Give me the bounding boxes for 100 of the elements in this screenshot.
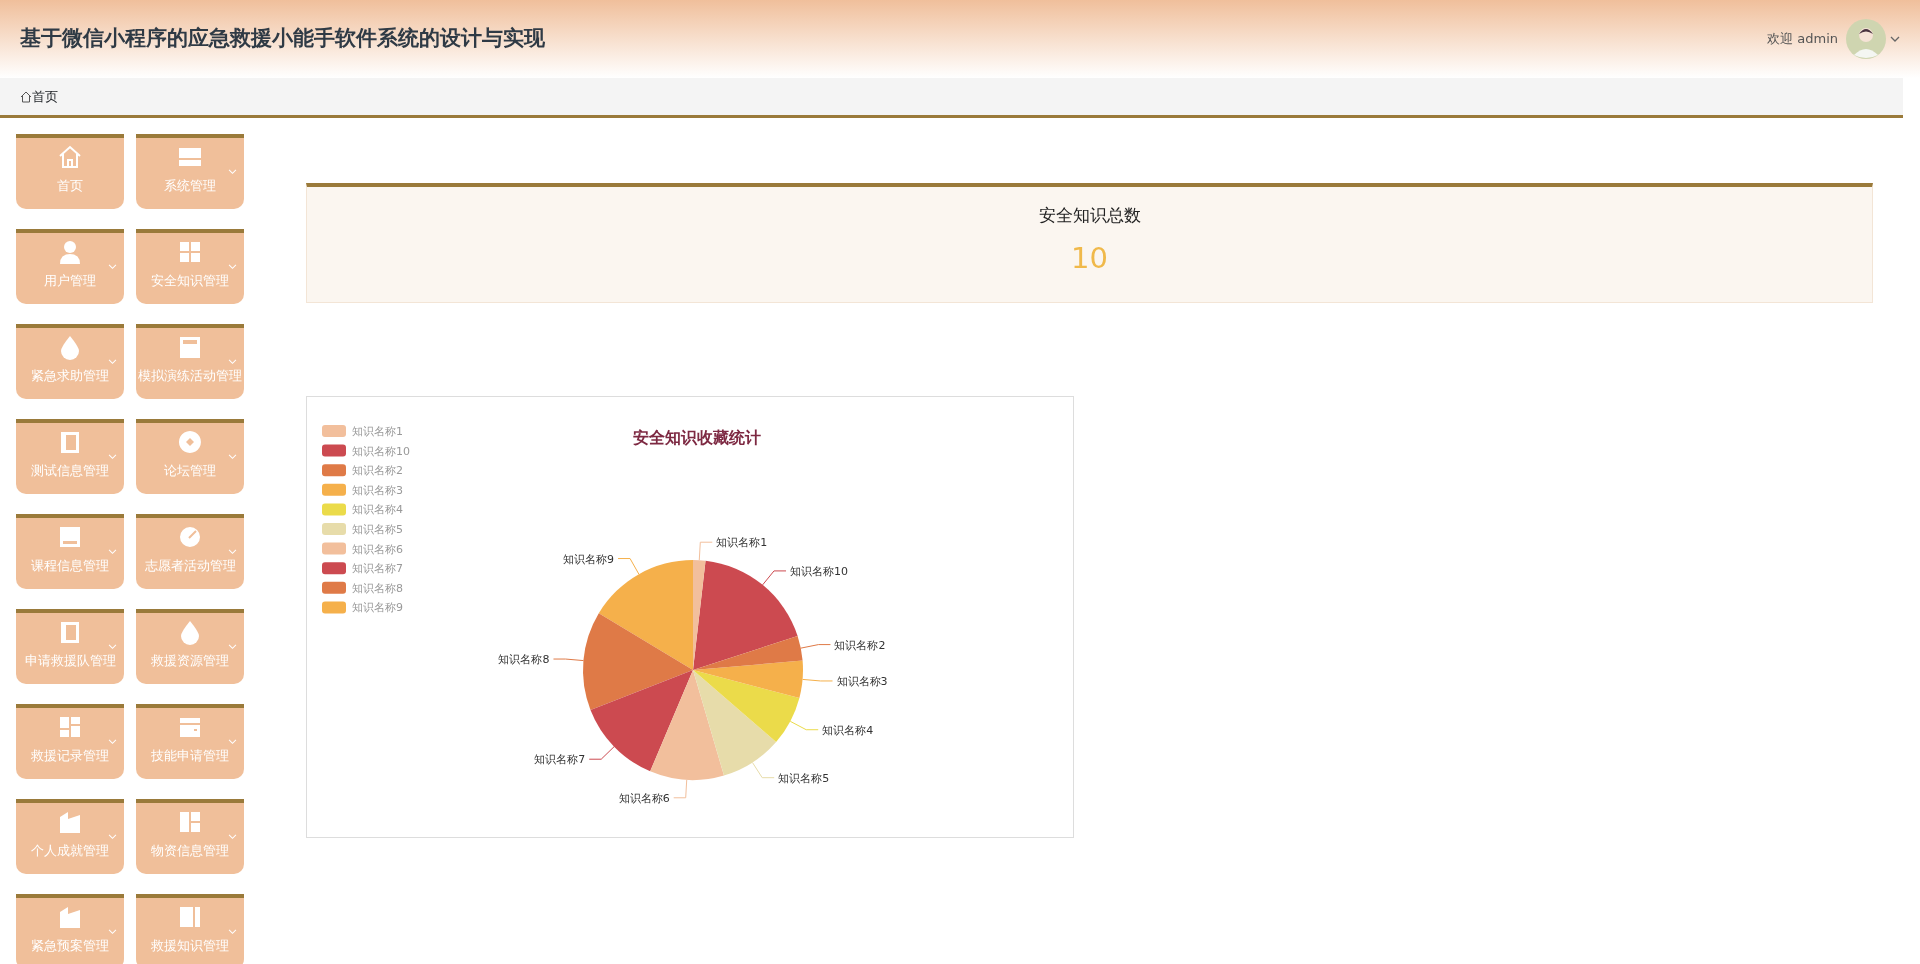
leader-line [802,678,834,682]
sidebar-item[interactable]: 物资信息管理 [136,799,244,874]
factory-icon [57,809,83,835]
legend-label[interactable]: 知识名称10 [352,444,410,458]
drive-icon [57,524,83,550]
user-icon [57,239,83,265]
chart-title: 安全知识收藏统计 [633,428,761,447]
home-icon [20,90,32,103]
leader-line [789,720,819,731]
caret-icon [108,454,117,460]
legend-swatch[interactable] [322,601,346,614]
caret-icon [108,644,117,650]
legend-label[interactable]: 知识名称9 [352,601,403,615]
shop-icon [177,334,203,360]
sidebar-item[interactable]: 模拟演练活动管理 [136,324,244,399]
legend-swatch[interactable] [322,542,346,555]
legend-label[interactable]: 知识名称6 [352,542,403,556]
sidebar-item[interactable]: 救援知识管理 [136,894,244,964]
factory-icon [57,904,83,930]
sidebar-item[interactable]: 技能申请管理 [136,704,244,779]
leader-line [800,644,831,649]
sidebar-item[interactable]: 救援资源管理 [136,609,244,684]
panel-icon [177,809,203,835]
caret-icon [228,644,237,650]
caret-icon [108,359,117,365]
caret-icon [228,169,237,175]
welcome-text: 欢迎 admin [1767,30,1838,49]
caret-icon [228,359,237,365]
legend-swatch[interactable] [322,562,346,575]
sidebar-item[interactable]: 紧急预案管理 [16,894,124,964]
legend-swatch[interactable] [322,581,346,594]
legend-label[interactable]: 知识名称7 [352,562,403,576]
pie-slice[interactable] [693,660,803,698]
sidebar-item[interactable]: 测试信息管理 [16,419,124,494]
home-icon [57,144,83,170]
sidebar-item[interactable]: 申请救援队管理 [16,609,124,684]
caret-icon [108,549,117,555]
caret-icon [228,739,237,745]
slice-label: 知识名称3 [836,674,888,688]
caret-icon [228,264,237,270]
caret-icon [228,834,237,840]
slice-label: 知识名称6 [618,791,670,805]
pie-slice[interactable] [650,670,724,780]
caret-icon[interactable] [1890,35,1900,43]
legend-swatch[interactable] [322,503,346,516]
legend-swatch[interactable] [322,483,346,496]
leader-line [698,541,713,561]
sidebar-item[interactable]: 用户管理 [16,229,124,304]
sidebar-item[interactable]: 志愿者活动管理 [136,514,244,589]
sidebar-item[interactable]: 安全知识管理 [136,229,244,304]
slice-label: 知识名称9 [563,552,615,566]
stat-value: 10 [1071,239,1108,277]
caret-icon [108,739,117,745]
legend-label[interactable]: 知识名称4 [352,503,403,517]
sidebar-item[interactable]: 论坛管理 [136,419,244,494]
legend-label[interactable]: 知识名称3 [352,483,403,497]
slice-label: 知识名称7 [534,753,586,767]
sidebar-item[interactable]: 课程信息管理 [16,514,124,589]
sidebar-item[interactable]: 首页 [16,134,124,209]
pie-slice[interactable] [693,636,803,670]
leader-line [617,558,640,575]
pie-slice[interactable] [590,670,693,772]
caret-icon [108,929,117,935]
caret-icon [228,454,237,460]
slice-label: 知识名称4 [822,723,874,737]
legend-label[interactable]: 知识名称5 [352,523,403,536]
caret-icon [108,264,117,270]
slice-label: 知识名称5 [778,771,830,785]
legend-swatch[interactable] [322,523,346,535]
leader-line [673,779,688,799]
stat-label: 安全知识总数 [1038,204,1141,227]
page-title: 基于微信小程序的应急救援小能手软件系统的设计与实现 [20,25,545,53]
leader-line [588,746,615,760]
leader-line [751,762,775,779]
sidebar-item[interactable]: 个人成就管理 [16,799,124,874]
slice-label: 知识名称8 [498,653,550,667]
caret-icon [228,549,237,555]
pie-slice[interactable] [693,670,777,776]
legend-label[interactable]: 知识名称1 [352,425,403,438]
legend-swatch[interactable] [322,425,346,437]
pie-slice[interactable] [693,670,800,743]
leader-line [552,658,584,662]
panel-icon [177,904,203,930]
caret-icon [228,929,237,935]
gauge-icon [177,524,203,550]
legend-swatch[interactable] [322,464,346,477]
leader-line [762,570,787,586]
legend-label[interactable]: 知识名称2 [352,464,403,478]
slice-label: 知识名称1 [716,536,768,550]
legend-swatch[interactable] [322,444,346,457]
sidebar-item[interactable]: 救援记录管理 [16,704,124,779]
breadcrumb-link[interactable]: 首页 [32,86,58,107]
grid-icon [177,239,203,265]
legend-label[interactable]: 知识名称8 [352,581,403,595]
sidebar-item[interactable]: 紧急求助管理 [16,324,124,399]
pie-slice[interactable] [583,613,693,710]
sidebar-item[interactable]: 系统管理 [136,134,244,209]
slice-label: 知识名称10 [790,564,849,578]
caret-icon [108,834,117,840]
slice-label: 知识名称2 [834,638,886,652]
